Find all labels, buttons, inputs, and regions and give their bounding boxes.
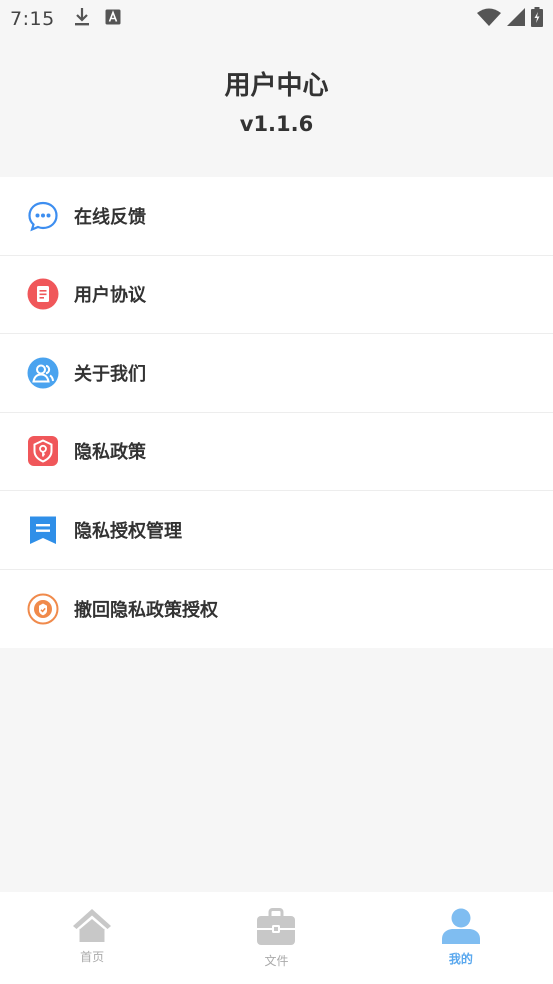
- person-icon: [441, 908, 481, 948]
- home-icon: [72, 908, 112, 946]
- menu-item-privacy-policy[interactable]: 隐私政策: [0, 413, 553, 491]
- page-title: 用户中心: [224, 71, 329, 101]
- menu-item-label: 关于我们: [74, 363, 146, 385]
- menu-item-privacy-authorization[interactable]: 隐私授权管理: [0, 491, 553, 570]
- tab-label: 文件: [264, 954, 289, 968]
- bottom-tabbar: 首页 文件 我的: [0, 892, 553, 984]
- header: 用户中心 v1.1.6: [0, 38, 553, 177]
- chat-bubble-icon: [26, 199, 60, 233]
- app-version: v1.1.6: [239, 112, 314, 136]
- a-box-icon: [105, 9, 121, 29]
- menu-item-revoke-privacy[interactable]: 撤回隐私政策授权: [0, 570, 553, 649]
- tab-files[interactable]: 文件: [184, 892, 368, 984]
- status-bar: 7:15: [0, 0, 553, 38]
- revoke-badge-icon: [26, 592, 60, 626]
- tab-mine[interactable]: 我的: [369, 892, 553, 984]
- menu-item-online-feedback[interactable]: 在线反馈: [0, 177, 553, 256]
- settings-menu: 在线反馈 用户协议 关于我们 隐私政策 隐私授权管理 撤回隐私政策授权: [0, 177, 553, 648]
- document-icon: [26, 277, 60, 311]
- tab-home[interactable]: 首页: [0, 892, 184, 984]
- menu-item-about-us[interactable]: 关于我们: [0, 334, 553, 413]
- tab-label: 首页: [80, 950, 105, 964]
- wifi-icon: [477, 8, 501, 30]
- tab-label: 我的: [448, 952, 473, 966]
- download-icon: [73, 7, 91, 31]
- briefcase-icon: [256, 908, 296, 950]
- menu-item-label: 在线反馈: [74, 206, 146, 228]
- menu-item-label: 撤回隐私政策授权: [74, 599, 218, 621]
- menu-item-user-agreement[interactable]: 用户协议: [0, 256, 553, 334]
- menu-item-label: 隐私授权管理: [74, 520, 182, 542]
- menu-item-label: 隐私政策: [74, 442, 146, 464]
- status-time: 7:15: [10, 8, 55, 30]
- shield-key-icon: [26, 434, 60, 468]
- bookmark-list-icon: [26, 513, 60, 547]
- battery-icon: [531, 7, 543, 31]
- cell-signal-icon: [507, 8, 525, 30]
- users-icon: [26, 356, 60, 390]
- menu-item-label: 用户协议: [74, 285, 146, 307]
